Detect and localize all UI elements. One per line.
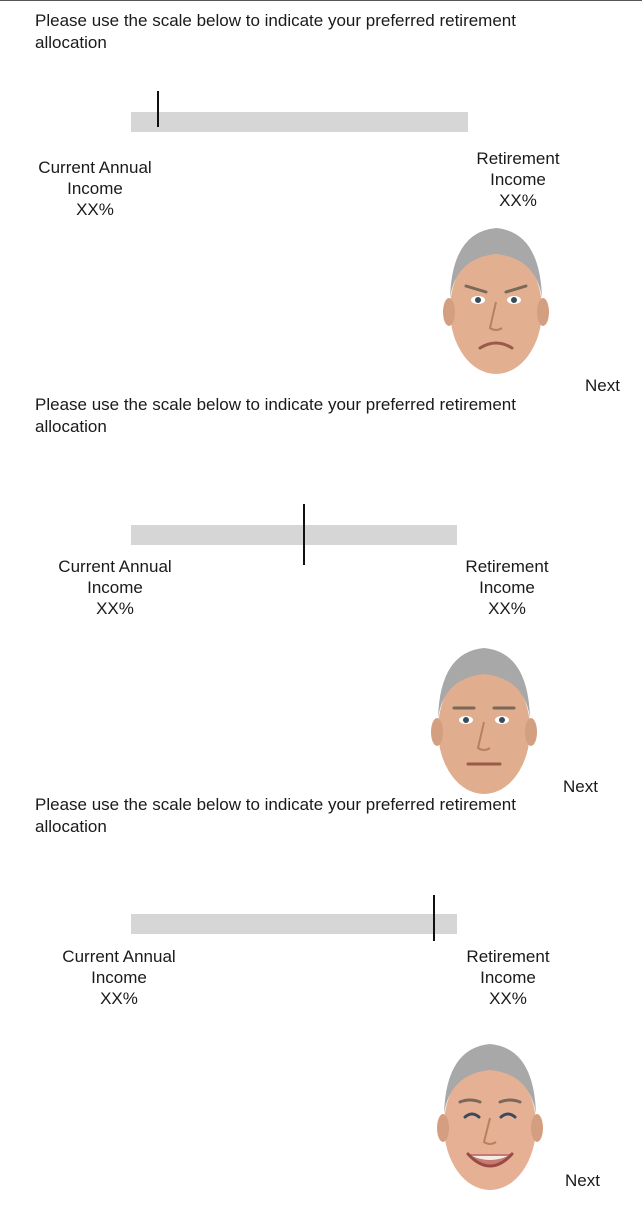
current-income-subtitle: Income: [87, 578, 143, 597]
retirement-income-percent: XX%: [488, 599, 526, 618]
current-income-subtitle: Income: [91, 968, 147, 987]
allocation-slider-track[interactable]: [131, 914, 457, 934]
instruction-text: Please use the scale below to indicate y…: [35, 795, 516, 836]
allocation-panel-1: Please use the scale below to indicate y…: [0, 0, 642, 400]
allocation-panel-2: Please use the scale below to indicate y…: [0, 395, 642, 800]
allocation-slider-track[interactable]: [131, 525, 457, 545]
current-income-percent: XX%: [76, 200, 114, 219]
allocation-slider-handle[interactable]: [433, 895, 435, 941]
current-income-title: Current Annual: [62, 947, 176, 966]
current-income-title: Current Annual: [58, 557, 172, 576]
instruction-text: Please use the scale below to indicate y…: [35, 11, 516, 52]
allocation-slider-track[interactable]: [131, 112, 468, 132]
instruction-text: Please use the scale below to indicate y…: [35, 395, 516, 436]
retirement-income-subtitle: Income: [480, 968, 536, 987]
allocation-panel-3: Please use the scale below to indicate y…: [0, 795, 642, 1216]
current-income-label: Current Annual Income XX%: [20, 157, 170, 220]
next-button[interactable]: Next: [585, 376, 620, 396]
face-avatar-happy: [434, 1036, 546, 1196]
current-income-percent: XX%: [96, 599, 134, 618]
current-income-title: Current Annual: [38, 158, 152, 177]
face-avatar-sad: [440, 220, 552, 380]
retirement-income-title: Retirement: [465, 557, 549, 576]
retirement-income-subtitle: Income: [490, 170, 546, 189]
allocation-slider-handle[interactable]: [157, 91, 159, 127]
allocation-slider-handle[interactable]: [303, 504, 305, 565]
face-avatar-neutral: [428, 640, 540, 800]
current-income-label: Current Annual Income XX%: [44, 946, 194, 1009]
retirement-income-title: Retirement: [466, 947, 550, 966]
retirement-income-label: Retirement Income XX%: [442, 556, 572, 619]
retirement-income-percent: XX%: [489, 989, 527, 1008]
current-income-percent: XX%: [100, 989, 138, 1008]
current-income-label: Current Annual Income XX%: [40, 556, 190, 619]
retirement-income-subtitle: Income: [479, 578, 535, 597]
retirement-income-label: Retirement Income XX%: [443, 946, 573, 1009]
retirement-income-label: Retirement Income XX%: [453, 148, 583, 211]
retirement-income-title: Retirement: [476, 149, 560, 168]
current-income-subtitle: Income: [67, 179, 123, 198]
next-button[interactable]: Next: [565, 1171, 600, 1191]
retirement-income-percent: XX%: [499, 191, 537, 210]
